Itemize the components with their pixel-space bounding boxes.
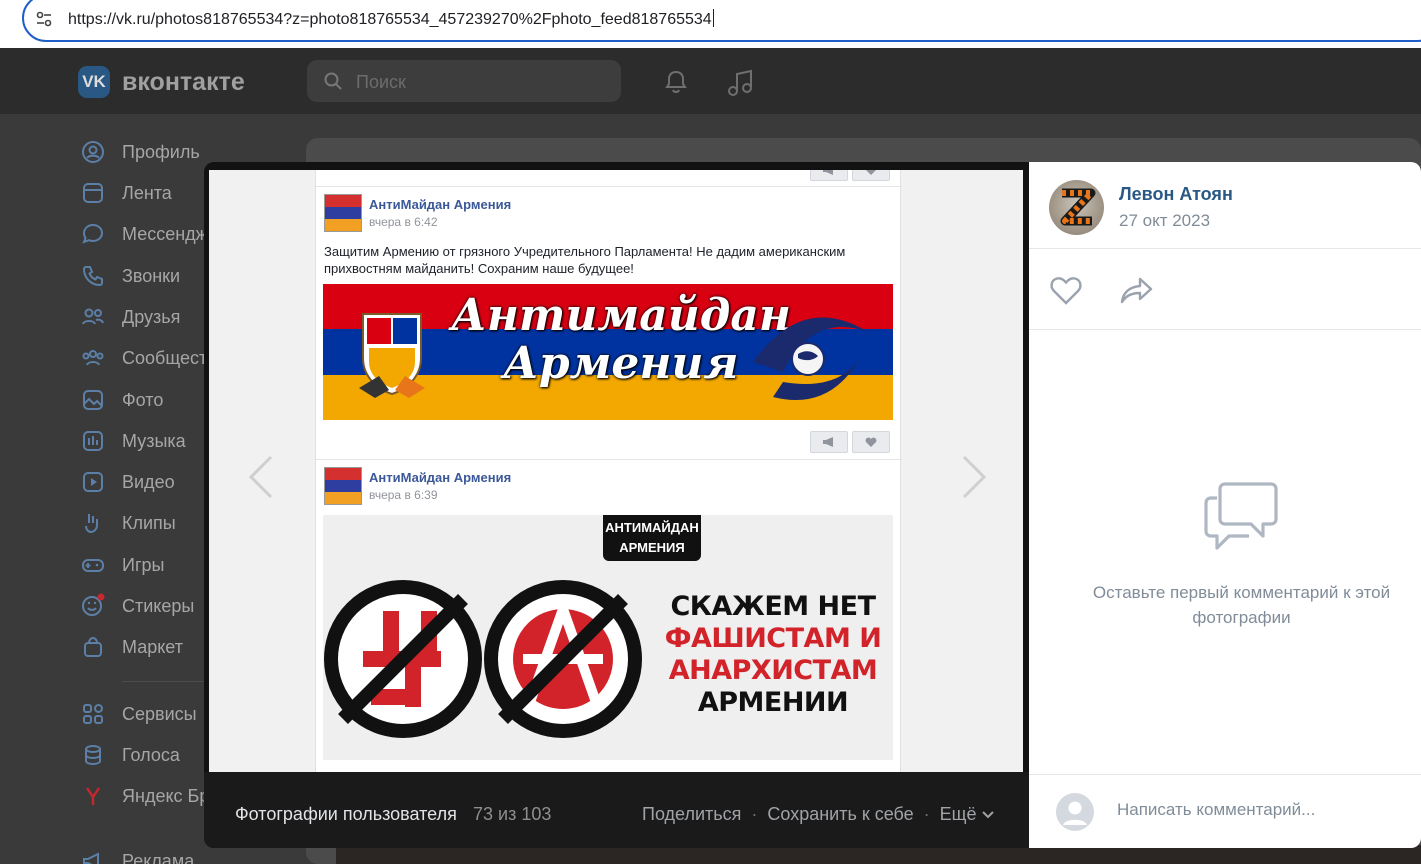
post-author: АнтиМайдан Армения — [369, 197, 512, 212]
chevron-down-icon — [982, 810, 995, 818]
author-name[interactable]: Левон Атоян — [1119, 184, 1233, 205]
music-icon — [80, 428, 106, 454]
feed-icon — [80, 180, 106, 206]
share-button[interactable]: Поделиться — [642, 804, 741, 825]
url-text[interactable]: https://vk.ru/photos818765534?z=photo818… — [68, 9, 714, 29]
comment-input[interactable]: Написать комментарий... — [1117, 800, 1315, 820]
post-actions — [810, 431, 890, 453]
photo-actions: Поделиться · Сохранить к себе · Ещё — [642, 804, 995, 825]
my-avatar — [1056, 793, 1094, 831]
post-text: Защитим Армению от грязного Учредительно… — [324, 244, 846, 276]
games-icon — [80, 552, 106, 578]
post-header: АнтиМайдан Армения вчера в 6:42 — [324, 194, 884, 234]
photo-viewer: АнтиМайдан Армения вчера в 6:42 Защитим … — [204, 162, 1421, 848]
heart-small-icon — [852, 170, 890, 181]
user-placeholder-icon — [1063, 801, 1087, 825]
divider — [1029, 774, 1421, 775]
post-time: вчера в 6:42 — [369, 215, 438, 229]
divider — [1029, 329, 1421, 330]
empty-comments-text: Оставьте первый комментарий к этой фотог… — [1092, 583, 1391, 627]
more-button[interactable]: Ещё — [940, 804, 977, 825]
post-header: АнтиМайдан Армения вчера в 6:39 — [324, 467, 884, 507]
profile-icon — [80, 139, 106, 165]
post-author: АнтиМайдан Армения — [369, 470, 512, 485]
group-avatar — [324, 194, 362, 232]
friends-icon — [80, 304, 106, 330]
save-to-me-button[interactable]: Сохранить к себе — [767, 804, 913, 825]
photo-image[interactable]: АнтиМайдан Армения вчера в 6:42 Защитим … — [209, 170, 1023, 772]
slogan-line: ФАШИСТАМ И — [664, 623, 882, 654]
search-placeholder: Поиск — [356, 72, 406, 92]
search-icon — [324, 72, 342, 90]
z-symbol-icon — [1060, 188, 1096, 226]
crossed-symbols-icon — [324, 580, 642, 738]
author-avatar[interactable] — [1049, 180, 1104, 235]
site-settings-icon[interactable] — [34, 9, 54, 29]
calls-icon — [80, 263, 106, 289]
photo-pane: АнтиМайдан Армения вчера в 6:42 Защитим … — [204, 162, 1029, 848]
vk-logo-text[interactable]: вконтакте — [122, 68, 245, 97]
slogan-banner: АНТИМАЙДАН АРМЕНИЯ СКАЖЕМ НЕТ ФАШИСТАМ И… — [323, 515, 893, 760]
like-heart-icon[interactable] — [1049, 274, 1083, 306]
photo-info-panel: Левон Атоян 27 окт 2023 Оставьте первый … — [1029, 162, 1421, 848]
megaphone-icon — [810, 431, 848, 453]
photo-footer: Фотографии пользователя 73 из 103 Подели… — [204, 772, 1029, 848]
prev-photo-arrow-icon[interactable] — [241, 452, 281, 502]
share-arrow-icon[interactable] — [1119, 274, 1155, 306]
vk-logo-icon[interactable]: VK — [78, 66, 110, 98]
search-input[interactable]: Поиск — [307, 60, 621, 102]
sidebar-item-ads[interactable]: Реклама — [80, 848, 300, 864]
banner-title: Антимайдан Армения — [451, 290, 791, 389]
post-time: вчера в 6:39 — [369, 488, 438, 502]
post-divider — [316, 459, 902, 460]
video-icon — [80, 469, 106, 495]
messenger-icon — [80, 221, 106, 247]
notifications-bell-icon[interactable] — [662, 68, 690, 96]
next-photo-arrow-icon[interactable] — [954, 452, 994, 502]
heart-small-icon — [852, 431, 890, 453]
slogan-line: АНАРХИСТАМ — [668, 655, 878, 686]
votes-icon — [80, 742, 106, 768]
group-avatar — [324, 467, 362, 505]
album-link[interactable]: Фотографии пользователя — [235, 804, 457, 825]
vk-header: VK вконтакте Поиск — [0, 48, 1421, 114]
communities-icon — [80, 345, 106, 371]
yandex-icon — [80, 783, 106, 809]
post-actions-top — [810, 170, 890, 181]
comments-empty-icon — [1204, 482, 1278, 550]
slogan-line: АРМЕНИИ — [697, 687, 849, 718]
photo-date[interactable]: 27 окт 2023 — [1119, 211, 1210, 231]
eaeu-emblem-icon — [753, 317, 868, 400]
clips-icon — [80, 510, 106, 536]
photo-counter: 73 из 103 — [473, 804, 552, 824]
coat-of-arms-icon — [359, 313, 425, 398]
services-icon — [80, 701, 106, 727]
photo-icon — [80, 387, 106, 413]
ads-icon — [80, 848, 106, 864]
market-icon — [80, 634, 106, 660]
antimaidan-banner: Антимайдан Армения — [323, 284, 893, 420]
stickers-icon — [80, 593, 106, 619]
browser-address-bar: https://vk.ru/photos818765534?z=photo818… — [0, 0, 1421, 48]
divider — [1029, 248, 1421, 249]
music-player-icon[interactable] — [727, 68, 755, 98]
screenshot-feed-column: АнтиМайдан Армения вчера в 6:42 Защитим … — [315, 170, 902, 772]
post-divider — [316, 186, 902, 187]
antimaidan-badge: АНТИМАЙДАН АРМЕНИЯ — [603, 515, 701, 561]
megaphone-icon — [810, 170, 848, 181]
slogan-line: СКАЖЕМ НЕТ — [670, 591, 876, 622]
